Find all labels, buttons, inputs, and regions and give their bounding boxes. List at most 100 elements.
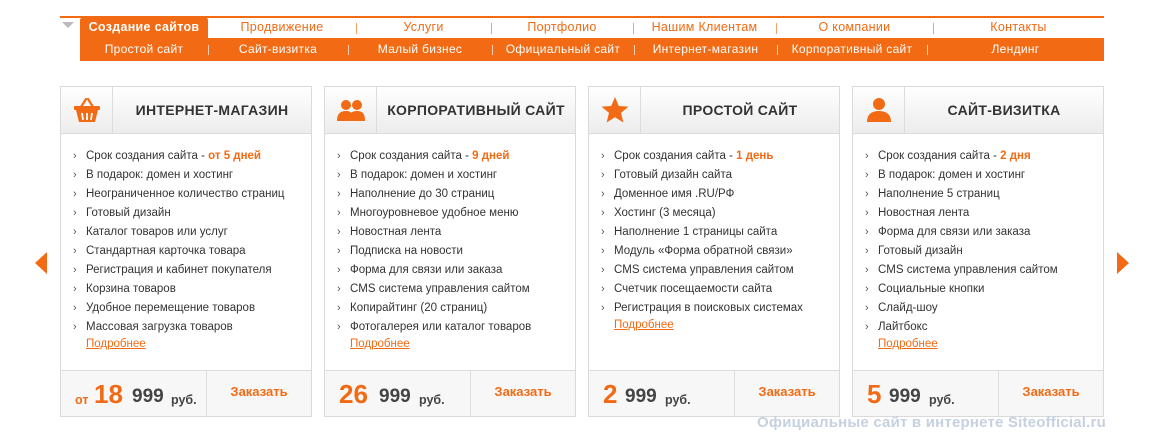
feature-text: Наполнение 5 страниц [878,188,1000,200]
list-item: › CMS система управления сайтом [335,280,571,299]
feature-text: Фотогалерея или каталог товаров [350,321,532,333]
card-title: ИНТЕРНЕТ-МАГАЗИН [135,102,289,118]
price: 2 999 руб. [589,371,735,417]
arrow-left-icon[interactable] [35,252,47,274]
menu-item-clients[interactable]: Нашим Клиентам [633,18,776,38]
feature-text: Готовый дизайн [86,207,171,219]
chevron-right-icon: › [73,169,77,181]
list-item: › Стандартная карточка товара [71,242,307,261]
term-value: 2 дня [1000,150,1031,162]
list-item: › Наполнение до 30 страниц [335,185,571,204]
feature-list: › Срок создания сайта - от 5 дней › В пода… [71,147,307,337]
feature-text: Хостинг (3 месяца) [614,207,716,219]
feature-text: Доменное имя .RU/РФ [614,188,735,200]
card-footer: 5 999 руб. Заказать [853,370,1103,417]
list-item: › CMS система управления сайтом [863,261,1099,280]
chevron-right-icon: › [337,283,341,295]
price-rest: 999 [132,386,164,407]
list-item: › Форма для связи или заказа [863,223,1099,242]
submenu-item-small-business[interactable]: Малый бизнес [348,38,492,61]
card-footer: 26 999 руб. Заказать [325,370,575,417]
order-button[interactable]: Заказать [207,371,311,417]
chevron-right-icon: › [337,169,341,181]
term-label: Срок создания сайта - [86,150,209,162]
price-thousands: 18 [94,379,123,409]
chevron-right-icon: › [865,321,869,333]
submenu-item-official-site[interactable]: Официальный сайт [492,38,634,61]
submenu-item-landing[interactable]: Лендинг [927,38,1104,61]
chevron-right-icon: › [865,226,869,238]
feature-text: Регистрация и кабинет покупателя [86,264,272,276]
pricing-card-business-card-site: САЙТ-ВИЗИТКА › Срок создания сайта - 2 дн… [852,86,1104,417]
basket-icon [74,97,100,122]
feature-text: Счетчик посещаемости сайта [614,283,773,295]
price-currency: руб. [929,393,955,407]
chevron-right-icon: › [337,207,341,219]
feature-text: CMS система управления сайтом [878,264,1058,276]
feature-text: Новостная лента [350,226,442,238]
submenu-item-corporate-site[interactable]: Корпоративный сайт [777,38,927,61]
chevron-right-icon: › [601,169,605,181]
price-currency: руб. [171,393,197,407]
more-link[interactable]: Подробнее [86,338,146,350]
price-prefix: от [75,393,89,407]
list-item: › Срок создания сайта - 2 дня [863,147,1099,166]
feature-text: Форма для связи или заказа [350,264,503,276]
list-item: › Доменное имя .RU/РФ [599,185,835,204]
term-label: Срок создания сайта - [878,150,1001,162]
menu-item-about[interactable]: О компании [776,18,933,38]
order-button[interactable]: Заказать [471,371,575,417]
menu-item-contacts[interactable]: Контакты [933,18,1104,38]
menu-item-site-creation[interactable]: Создание сайтов [80,18,208,38]
list-item: › Модуль «Форма обратной связи» [599,242,835,261]
feature-text: Наполнение 1 страницы сайта [614,226,778,238]
term-value: 1 день [736,150,774,162]
price-rest: 999 [889,386,921,407]
price-thousands: 5 [867,379,882,409]
submenu-item-online-store[interactable]: Интернет-магазин [634,38,777,61]
order-button[interactable]: Заказать [735,371,839,417]
list-item: › Подписка на новости [335,242,571,261]
chevron-right-icon: › [73,226,77,238]
chevron-right-icon: › [73,150,77,162]
list-item: › Готовый дизайн сайта [599,166,835,185]
term-label: Срок создания сайта - [614,150,737,162]
chevron-right-icon: › [601,302,605,314]
chevron-right-icon: › [337,245,341,257]
chevron-right-icon: › [601,226,605,238]
list-item: › Готовый дизайн [71,204,307,223]
feature-text: В подарок: домен и хостинг [86,169,234,181]
chevron-right-icon: › [337,302,341,314]
more-link[interactable]: Подробнее [614,319,674,331]
menu-item-portfolio[interactable]: Портфолио [491,18,633,38]
list-item: › Наполнение 5 страниц [863,185,1099,204]
menu-item-services[interactable]: Услуги [356,18,491,38]
list-item: › Социальные кнопки [863,280,1099,299]
order-button[interactable]: Заказать [999,371,1103,417]
chevron-right-icon: › [865,264,869,276]
term-value: 9 дней [472,150,510,162]
feature-text: Неограниченное количество страниц [86,188,285,200]
card-icon-box [853,87,905,133]
price: от 18 999 руб. [61,371,207,417]
feature-text: Новостная лента [878,207,970,219]
feature-text: Массовая загрузка товаров [86,321,233,333]
list-item: › Копирайтинг (20 страниц) [335,299,571,318]
submenu-item-business-card-site[interactable]: Сайт-визитка [208,38,348,61]
user-icon [867,98,891,122]
menu-item-promotion[interactable]: Продвижение [208,18,356,38]
feature-text: Слайд-шоу [878,302,938,314]
submenu-item-simple-site[interactable]: Простой сайт [80,38,208,61]
list-item: › Многоуровневое удобное меню [335,204,571,223]
arrow-right-icon[interactable] [1117,252,1129,274]
list-item: › Новостная лента [863,204,1099,223]
feature-text: Форма для связи или заказа [878,226,1031,238]
more-link[interactable]: Подробнее [878,338,938,350]
main-menu: Создание сайтов Продвижение Услуги Портф… [60,18,1104,38]
more-link[interactable]: Подробнее [350,338,410,350]
group-users-icon [337,100,365,121]
price-currency: руб. [665,393,691,407]
card-title: САЙТ-ВИЗИТКА [947,102,1061,118]
chevron-right-icon: › [865,245,869,257]
feature-text: Готовый дизайн сайта [614,169,733,181]
